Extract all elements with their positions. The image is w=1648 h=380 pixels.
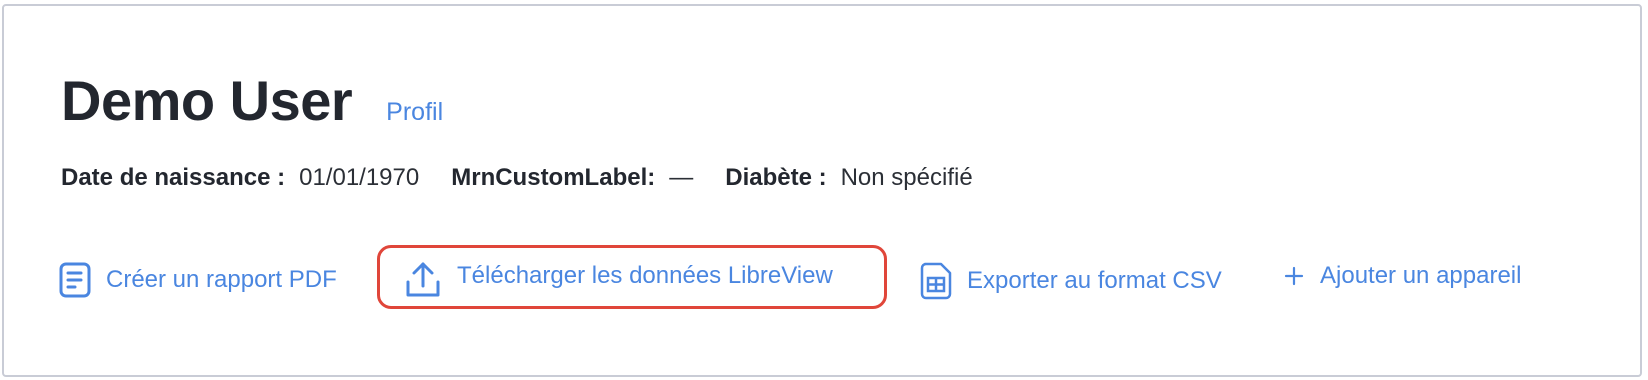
export-csv-label: Exporter au format CSV xyxy=(967,267,1222,294)
birthdate-label: Date de naissance : xyxy=(61,164,286,191)
document-icon xyxy=(59,262,91,298)
patient-info-row: Date de naissance : 01/01/1970 MrnCustom… xyxy=(61,164,973,192)
create-pdf-report-label: Créer un rapport PDF xyxy=(106,266,337,293)
diabetes-label: Diabète : xyxy=(725,164,827,191)
mrn-label: MrnCustomLabel: xyxy=(451,164,656,191)
patient-card: Demo User Profil Date de naissance : 01/… xyxy=(2,4,1642,377)
upload-icon xyxy=(405,260,441,298)
upload-libreview-label: Télécharger les données LibreView xyxy=(457,262,833,289)
birthdate-value: 01/01/1970 xyxy=(299,164,420,191)
plus-icon xyxy=(1284,266,1304,286)
patient-name: Demo User xyxy=(61,69,353,132)
upload-libreview-button[interactable]: Télécharger les données LibreView xyxy=(405,260,833,298)
mrn-value: — xyxy=(669,164,694,191)
add-device-button[interactable]: Ajouter un appareil xyxy=(1284,262,1521,290)
profile-link[interactable]: Profil xyxy=(386,98,443,127)
diabetes-value: Non spécifié xyxy=(840,164,973,191)
add-device-label: Ajouter un appareil xyxy=(1320,262,1522,289)
spreadsheet-icon xyxy=(920,262,952,300)
export-csv-button[interactable]: Exporter au format CSV xyxy=(920,262,1222,300)
create-pdf-report-button[interactable]: Créer un rapport PDF xyxy=(59,262,337,298)
title-row: Demo User Profil xyxy=(61,68,443,133)
